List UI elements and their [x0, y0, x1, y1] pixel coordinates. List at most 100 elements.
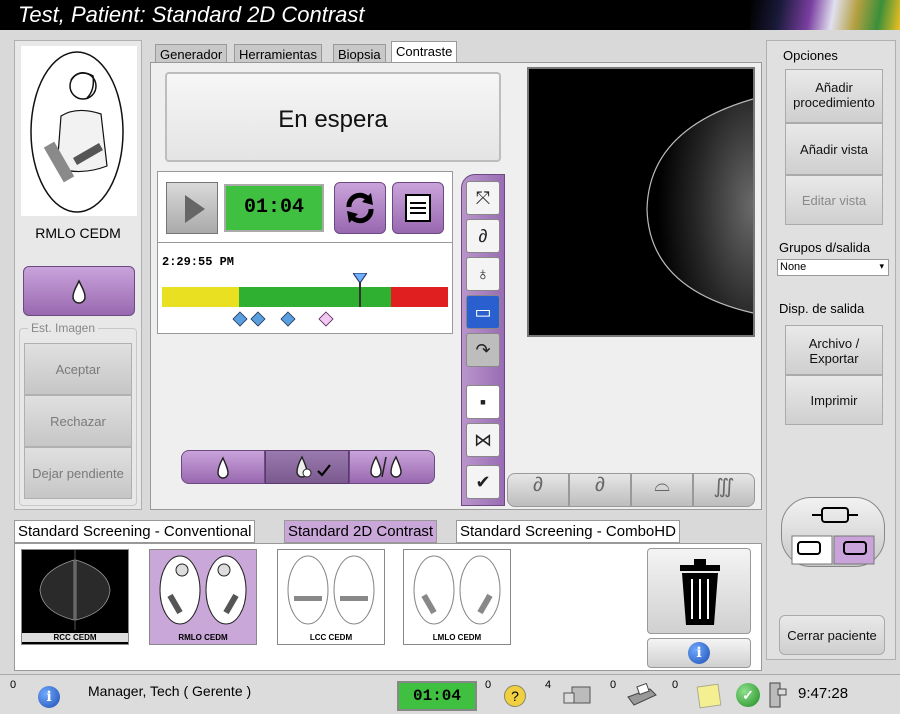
add-procedure-button[interactable]: Añadir procedimiento: [785, 69, 883, 123]
alert-count: 0: [10, 679, 17, 691]
status-bar: 0 i Manager, Tech ( Gerente ) 01:04 0 ? …: [0, 674, 900, 714]
monitor-icon[interactable]: ▭: [466, 295, 500, 329]
reject-button[interactable]: Rechazar: [24, 395, 132, 447]
add-view-button[interactable]: Añadir vista: [785, 123, 883, 175]
left-panel: RMLO CEDM Est. Imagen Aceptar Rechazar D…: [14, 40, 142, 510]
view-figure[interactable]: [21, 46, 137, 216]
view-mode-button-1[interactable]: ∂: [507, 473, 569, 507]
user-name[interactable]: Manager, Tech ( Gerente ): [88, 683, 251, 699]
info-icon[interactable]: i: [38, 686, 60, 708]
center-panel: En espera 01:04 2:29:55 PM ⤧ ∂ ♁ ▭ ↷ ▪ ⋈…: [150, 62, 762, 510]
accept-button[interactable]: Aceptar: [24, 343, 132, 395]
timeline-bar: [162, 273, 448, 307]
options-legend: Opciones: [783, 48, 838, 63]
timer-display: 01:04: [224, 184, 324, 232]
thumbnail-lcc[interactable]: LCC CEDM: [277, 549, 385, 645]
trash-icon: [680, 559, 720, 625]
image-preview[interactable]: [527, 67, 755, 337]
gantry-icon[interactable]: [766, 681, 790, 709]
breast-marker-icon[interactable]: ♁: [466, 257, 500, 291]
paddle-shift-control[interactable]: [781, 497, 885, 567]
flip-icon[interactable]: ⋈: [466, 423, 500, 457]
print-button[interactable]: Imprimir: [785, 375, 883, 425]
view-mode-button-2[interactable]: ∂: [569, 473, 631, 507]
thumbnail-rcc[interactable]: RCC CEDM: [21, 549, 129, 645]
procedure-tab-2d-contrast[interactable]: Standard 2D Contrast: [284, 520, 438, 543]
thumbnail-strip: RCC CEDM RMLO CEDM LCC CEDM LMLO CEDM i: [14, 543, 762, 671]
notes-button[interactable]: [392, 182, 444, 234]
print-queue-icon[interactable]: [624, 682, 658, 709]
standard-exposure-button[interactable]: [181, 450, 265, 484]
view-mode-button-3[interactable]: ⌓: [631, 473, 693, 507]
send-to-monitor-icon[interactable]: ↷: [466, 333, 500, 367]
title-decoration: [750, 0, 900, 30]
tab-contraste[interactable]: Contraste: [391, 41, 458, 63]
output-devices-label: Disp. de salida: [779, 301, 865, 316]
drop-icon: [217, 456, 229, 479]
timeline-area: 2:29:55 PM: [158, 242, 452, 334]
play-button[interactable]: [166, 182, 218, 234]
paddle-shift-icon: [791, 507, 875, 565]
output-groups-label: Grupos d/salida: [779, 240, 871, 255]
procedure-tab-conventional[interactable]: Standard Screening - Conventional: [14, 520, 256, 543]
status-message: En espera: [278, 106, 388, 133]
mlo-view-icon: [30, 51, 124, 213]
image-tools-toolbar: ⤧ ∂ ♁ ▭ ↷ ▪ ⋈ ✔: [461, 174, 505, 506]
timeline-marker[interactable]: [353, 273, 368, 307]
implant-view-icon[interactable]: ∂: [466, 219, 500, 253]
archive-export-button[interactable]: Archivo / Exportar: [785, 325, 883, 375]
timeline-marker-icon: [353, 273, 368, 283]
drop-minus-check-icon: [296, 455, 331, 478]
contrast-timer-panel: 01:04 2:29:55 PM: [157, 171, 453, 334]
delete-button[interactable]: [647, 548, 751, 634]
clock: 9:47:28: [798, 685, 849, 702]
chevron-down-icon: ▾: [879, 261, 884, 271]
cc-pair-icon: [287, 555, 375, 625]
printer-icon: [627, 682, 657, 706]
transfer-queue-icon[interactable]: [562, 683, 596, 709]
transfer-icon: [563, 686, 591, 704]
output-groups-value: None: [780, 261, 807, 273]
right-panel: Opciones Añadir procedimiento Añadir vis…: [766, 40, 896, 660]
tab-herramientas[interactable]: Herramientas: [234, 44, 323, 64]
breast-thumb-image: [39, 550, 111, 630]
view-mode-button-4[interactable]: ∭: [693, 473, 755, 507]
reprocess-icon[interactable]: ⤧: [466, 181, 500, 215]
close-patient-button[interactable]: Cerrar paciente: [779, 615, 885, 655]
thumbnail-label: LCC CEDM: [309, 633, 353, 642]
image-state-legend: Est. Imagen: [28, 321, 99, 335]
note-icon[interactable]: [696, 683, 722, 709]
thumbnail-lmlo[interactable]: LMLO CEDM: [403, 549, 511, 645]
tab-biopsia[interactable]: Biopsia: [333, 44, 386, 64]
thumbnail-rmlo[interactable]: RMLO CEDM: [149, 549, 257, 645]
dual-exposure-button[interactable]: [349, 450, 435, 484]
drop-pair-icon: [370, 455, 402, 478]
mlo-pair-icon: [159, 555, 247, 625]
system-ok-icon[interactable]: ✓: [736, 683, 760, 707]
reset-timer-button[interactable]: [334, 182, 386, 234]
contrast-exposure-button[interactable]: [265, 450, 349, 484]
image-state-group: Est. Imagen Aceptar Rechazar Dejar pendi…: [19, 321, 137, 506]
view-label: RMLO CEDM: [35, 225, 121, 241]
thumbnail-label: RCC CEDM: [22, 633, 128, 642]
invert-icon[interactable]: ▪: [466, 385, 500, 419]
output-groups-select[interactable]: None ▾: [777, 259, 889, 276]
mlo-pair-icon: [413, 555, 501, 625]
timeline-segment-green: [239, 287, 391, 307]
thumbnail-label: RMLO CEDM: [178, 633, 228, 642]
info-icon: i: [688, 642, 710, 664]
play-icon: [185, 195, 205, 223]
pend-button[interactable]: Dejar pendiente: [24, 447, 132, 499]
help-icon[interactable]: ?: [504, 685, 526, 707]
tab-generador[interactable]: Generador: [155, 44, 228, 64]
notes-icon: [405, 194, 431, 222]
count-a: 0: [485, 679, 492, 691]
title-bar: Test, Patient: Standard 2D Contrast: [0, 0, 900, 30]
procedure-tab-combohd[interactable]: Standard Screening - ComboHD: [456, 520, 680, 543]
info-button[interactable]: i: [647, 638, 751, 668]
accept-check-icon[interactable]: ✔: [466, 465, 500, 499]
timeline-clock: 2:29:55 PM: [162, 255, 235, 269]
edit-view-button[interactable]: Editar vista: [785, 175, 883, 225]
timeline-segment-yellow: [162, 287, 240, 307]
exposure-mode-button[interactable]: [23, 266, 135, 316]
